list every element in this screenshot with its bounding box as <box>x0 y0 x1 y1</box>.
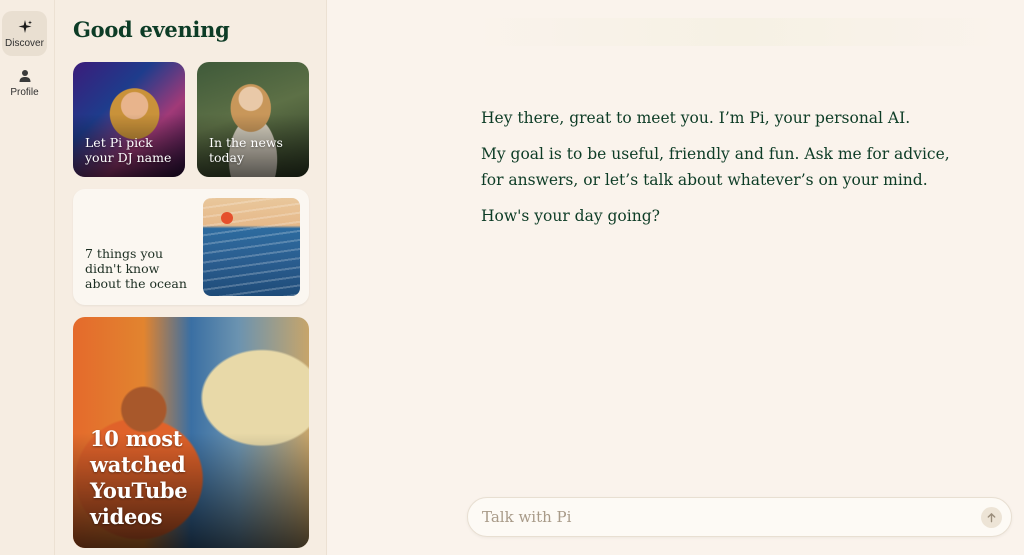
card-caption: Let Pi pick your DJ name <box>85 135 172 165</box>
card-caption: 7 things you didn't know about the ocean <box>85 246 187 291</box>
nav-item-profile[interactable]: Profile <box>2 60 47 105</box>
person-icon <box>19 69 30 82</box>
composer <box>467 497 1012 537</box>
greeting-heading: Good evening <box>73 17 230 42</box>
card-caption: 10 most watched YouTube videos <box>90 426 188 529</box>
nav-item-label: Profile <box>10 86 39 98</box>
ocean-thumbnail <box>203 198 300 296</box>
assistant-message: How's your day going? <box>481 207 660 225</box>
top-bar <box>465 18 1010 46</box>
sparkle-icon <box>18 19 32 33</box>
discover-card-news[interactable]: In the news today <box>197 62 309 177</box>
card-caption: In the news today <box>209 135 283 165</box>
discover-card-youtube[interactable]: 10 most watched YouTube videos <box>73 317 309 548</box>
chat-area: Hey there, great to meet you. I’m Pi, yo… <box>328 0 1024 555</box>
nav-rail: Discover Profile <box>0 0 55 555</box>
chat-input[interactable] <box>482 506 962 528</box>
arrow-up-icon <box>987 513 996 523</box>
discover-card-dj-name[interactable]: Let Pi pick your DJ name <box>73 62 185 177</box>
nav-item-label: Discover <box>5 37 44 49</box>
assistant-message: Hey there, great to meet you. I’m Pi, yo… <box>481 109 911 127</box>
sun-graphic <box>221 212 233 224</box>
message-list: Hey there, great to meet you. I’m Pi, yo… <box>481 105 971 239</box>
discover-panel: Good evening Let Pi pick your DJ name In… <box>55 0 327 555</box>
nav-item-discover[interactable]: Discover <box>2 11 47 56</box>
discover-card-ocean[interactable]: 7 things you didn't know about the ocean <box>73 189 309 305</box>
send-button[interactable] <box>981 507 1002 528</box>
assistant-message: My goal is to be useful, friendly and fu… <box>481 145 950 189</box>
